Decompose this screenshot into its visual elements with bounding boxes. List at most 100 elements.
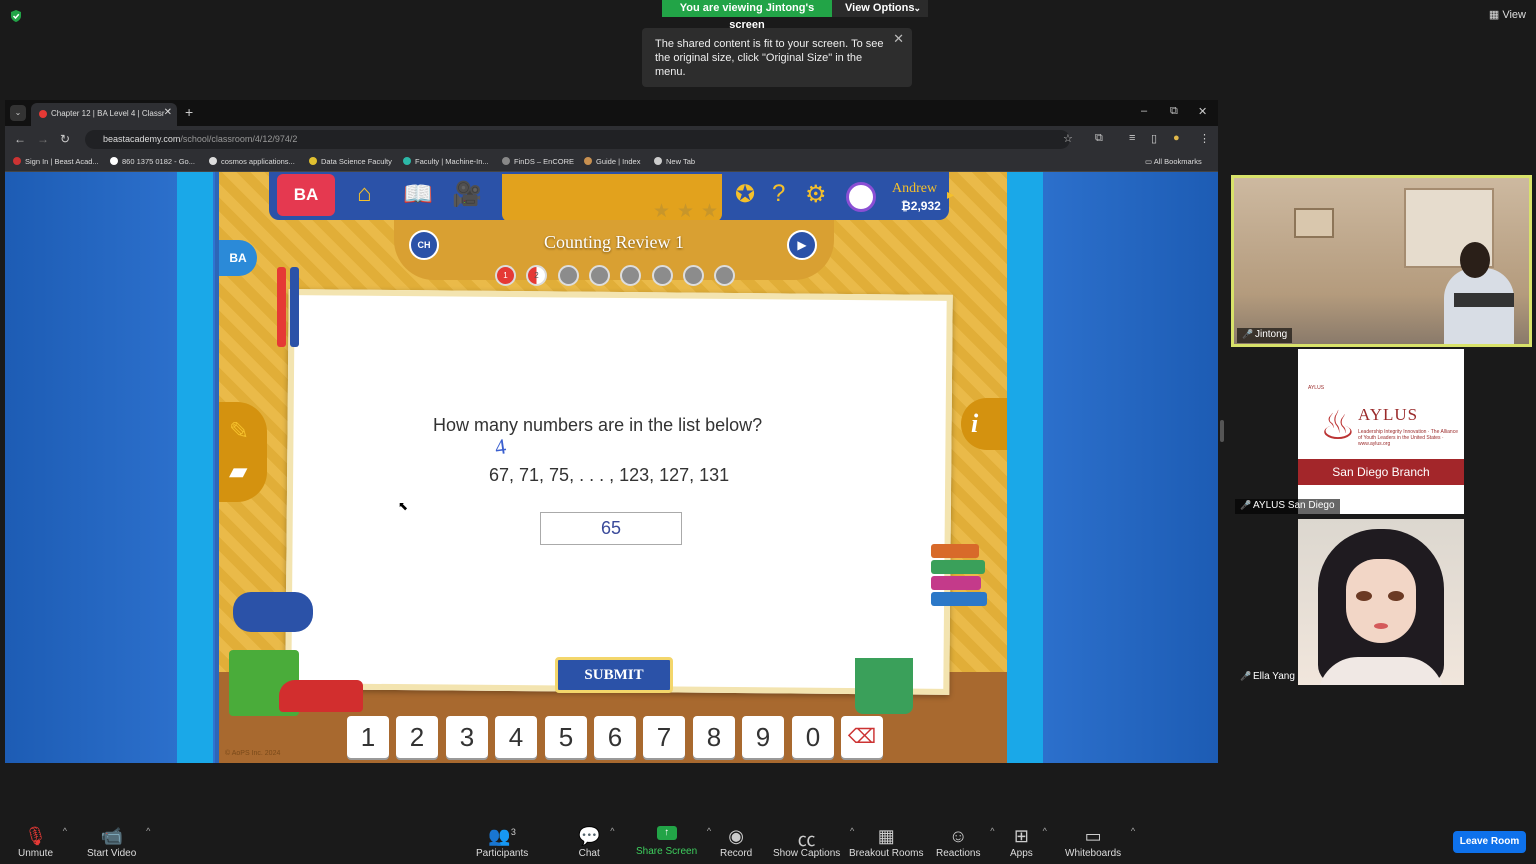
keypad-key-6[interactable]: 6 [594, 716, 636, 758]
ba-side-tab[interactable]: BA [219, 240, 257, 276]
sidepanel-icon[interactable]: ▯ [1151, 132, 1157, 145]
settings-gear-icon[interactable]: ⚙ [805, 180, 827, 209]
award-icon[interactable]: ✪ [735, 180, 755, 209]
info-icon[interactable]: i [971, 409, 978, 439]
view-options-label: View Options [845, 2, 915, 14]
video-tile-ella[interactable] [1298, 519, 1464, 685]
address-bar[interactable]: beastacademy.com/school/classroom/4/12/9… [85, 130, 1070, 149]
bookmark-item[interactable]: Sign In | Beast Acad... [13, 157, 99, 166]
home-icon[interactable]: ⌂ [357, 180, 372, 208]
bookmark-item[interactable]: FinDS – EnCORE [502, 157, 574, 166]
keypad-key-5[interactable]: 5 [545, 716, 587, 758]
user-name[interactable]: Andrew [892, 181, 937, 197]
reactions-button[interactable]: ☺ Reactions ^ [936, 826, 994, 859]
keypad-key-2[interactable]: 2 [396, 716, 438, 758]
chat-button[interactable]: 💬 Chat ^ [578, 826, 614, 859]
ba-logo-button[interactable]: BA [277, 174, 335, 216]
minimize-icon[interactable]: – [1141, 105, 1147, 117]
keypad-key-8[interactable]: 8 [693, 716, 735, 758]
pencil-icon[interactable]: ✎ [229, 417, 249, 446]
close-window-icon[interactable]: ✕ [1198, 105, 1207, 118]
forward-icon[interactable]: → [37, 132, 49, 146]
view-options-button[interactable]: View Options ⌄ [832, 0, 928, 17]
close-tab-icon[interactable]: ✕ [164, 107, 172, 118]
bookmarks-bar: Sign In | Beast Acad... 860 1375 0182 - … [5, 152, 1218, 172]
chat-icon: 💬 [578, 826, 601, 846]
captions-cc-icon: ㏄ [797, 830, 816, 850]
mouse-cursor-icon: ⬉ [398, 499, 409, 513]
tab-search-icon[interactable]: ⌄ [10, 105, 26, 121]
lock-icon [620, 265, 641, 286]
video-tile-aylus[interactable]: AYLUS ♨ AYLUS Leadership Integrity Innov… [1298, 349, 1464, 514]
menu-kebab-icon[interactable]: ⋮ [1199, 132, 1210, 145]
keypad-key-0[interactable]: 0 [792, 716, 834, 758]
answer-input[interactable]: 65 [540, 512, 682, 545]
backspace-icon[interactable]: ⌫ [841, 716, 883, 758]
reload-icon[interactable]: ↻ [60, 132, 70, 146]
bookmark-item[interactable]: Guide | Index [584, 157, 640, 166]
leave-room-button[interactable]: Leave Room [1453, 831, 1526, 853]
help-icon[interactable]: ? [772, 180, 785, 208]
show-captions-button[interactable]: ㏄ Show Captions ^ [773, 826, 854, 859]
caret-up-icon: ^ [610, 826, 615, 836]
breakout-rooms-button[interactable]: ▦ Breakout Rooms [849, 826, 923, 859]
apps-button[interactable]: ⊞ Apps ^ [1010, 826, 1047, 859]
bookmark-item[interactable]: New Tab [654, 157, 695, 166]
share-screen-icon: ↑ [656, 826, 677, 840]
person-head [1460, 242, 1490, 278]
progress-dot[interactable]: 1 [495, 265, 516, 286]
keypad-key-7[interactable]: 7 [643, 716, 685, 758]
close-icon[interactable]: ✕ [893, 32, 904, 46]
fit-screen-tooltip: The shared content is fit to your screen… [642, 28, 912, 87]
share-screen-button[interactable]: ↑ Share Screen ^ [636, 826, 711, 857]
unmute-button[interactable]: 🎙 Unmute ^ [18, 826, 67, 859]
bookmark-item[interactable]: cosmos applications... [209, 157, 295, 166]
back-icon[interactable]: ← [14, 132, 26, 146]
viewing-screen-banner: You are viewing Jintong's screen [662, 0, 832, 31]
scissors-decoration [233, 592, 313, 632]
profile-icon[interactable]: ● [1173, 132, 1180, 144]
whiteboard-icon: ▭ [1084, 826, 1102, 846]
browser-toolbar: ← → ↻ beastacademy.com/school/classroom/… [5, 126, 1218, 152]
beast-academy-page: BA ⌂ 📖 🎥 ★ ★ ★ ✪ ? ⚙ Andrew ₿2,932 ▸ CH … [5, 172, 1218, 763]
caret-up-icon: ^ [62, 826, 68, 836]
panel-splitter[interactable] [1220, 420, 1224, 442]
media-icon[interactable]: ≡ [1129, 132, 1135, 144]
keypad-key-3[interactable]: 3 [446, 716, 488, 758]
keypad-key-1[interactable]: 1 [347, 716, 389, 758]
keypad-key-4[interactable]: 4 [495, 716, 537, 758]
eraser-icon[interactable]: ▰ [229, 457, 247, 486]
video-icon[interactable]: 🎥 [452, 180, 482, 209]
all-bookmarks-folder[interactable]: ▭ All Bookmarks [1145, 157, 1202, 166]
view-button[interactable]: ▦ View [1489, 8, 1526, 21]
extensions-icon[interactable]: ⧉ [1095, 132, 1103, 145]
chevron-right-icon[interactable]: ▸ [947, 186, 954, 203]
bookmark-item[interactable]: Faculty | Machine-In... [403, 157, 489, 166]
chevron-down-icon: ⌄ [913, 3, 921, 13]
bookmark-star-icon[interactable]: ☆ [1063, 132, 1073, 145]
bookmark-item[interactable]: 860 1375 0182 - Go... [110, 157, 195, 166]
progress-dot-current[interactable]: 2 [526, 265, 547, 286]
keypad-key-9[interactable]: 9 [742, 716, 784, 758]
participants-button[interactable]: 👥3 Participants [476, 826, 528, 859]
shared-screen[interactable]: ⌄ Chapter 12 | BA Level 4 | Classr ✕ + –… [5, 100, 1218, 763]
restore-icon[interactable]: ⧉ [1170, 105, 1178, 118]
wall-frame [1294, 208, 1334, 238]
new-tab-icon[interactable]: + [185, 104, 193, 120]
bookmark-item[interactable]: Data Science Faculty [309, 157, 392, 166]
play-icon[interactable]: ▶ [787, 230, 817, 260]
participant-name: 🎤 Jintong [1237, 328, 1293, 343]
book-icon[interactable]: 📖 [403, 180, 433, 209]
security-shield-icon[interactable] [9, 9, 23, 23]
submit-button[interactable]: SUBMIT [555, 657, 673, 693]
start-video-button[interactable]: 📹 Start Video ^ [87, 826, 150, 859]
browser-tab[interactable]: Chapter 12 | BA Level 4 | Classr ✕ [31, 103, 177, 126]
video-tile-jintong[interactable]: 🎤 Jintong [1231, 175, 1532, 347]
caret-up-icon: ^ [990, 826, 995, 836]
record-button[interactable]: ◉ Record [720, 826, 752, 859]
user-avatar-icon[interactable] [846, 182, 876, 212]
caret-up-icon: ^ [146, 826, 151, 836]
whiteboards-button[interactable]: ▭ Whiteboards ^ [1065, 826, 1135, 859]
coin-balance: ₿2,932 [901, 199, 941, 213]
meeting-toolbar: 🎙 Unmute ^ 📹 Start Video ^ 👥3 Participants 💬 C… [0, 810, 1536, 864]
